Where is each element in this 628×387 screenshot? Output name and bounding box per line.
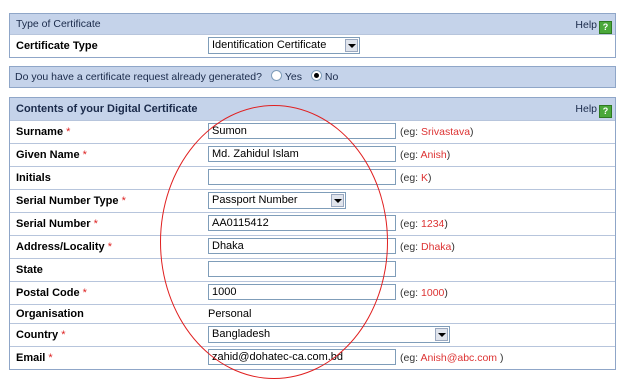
given-name-hint: (eg: Anish) <box>400 149 451 161</box>
help-icon[interactable]: ? <box>599 21 612 34</box>
postal-code-input[interactable]: 1000 <box>208 284 396 300</box>
country-row: Country * Bangladesh <box>10 323 615 346</box>
state-label: State <box>16 264 43 276</box>
organisation-value: Personal <box>208 308 252 320</box>
certificate-type-selected: Identification Certificate <box>212 39 327 51</box>
initials-hint: (eg: K) <box>400 172 432 184</box>
chevron-down-icon[interactable] <box>331 194 344 207</box>
given-name-row: Given Name * Md. Zahidul Islam (eg: Anis… <box>10 143 615 166</box>
help-link[interactable]: Help? <box>575 98 612 120</box>
certificate-type-row: Certificate Type Identification Certific… <box>10 34 615 57</box>
address-row: Address/Locality * Dhaka (eg: Dhaka) <box>10 235 615 258</box>
contents-header: Contents of your Digital Certificate Hel… <box>10 98 615 120</box>
serial-number-input[interactable]: AA0115412 <box>208 215 396 231</box>
organisation-label: Organisation <box>16 308 84 320</box>
postal-code-hint: (eg: 1000) <box>400 287 448 299</box>
initials-row: Initials (eg: K) <box>10 166 615 189</box>
postal-code-row: Postal Code * 1000 (eg: 1000) <box>10 281 615 304</box>
serial-number-row: Serial Number * AA0115412 (eg: 1234) <box>10 212 615 235</box>
certificate-contents-panel: Contents of your Digital Certificate Hel… <box>9 97 616 370</box>
initials-input[interactable] <box>208 169 396 185</box>
help-link[interactable]: Help? <box>575 15 612 35</box>
surname-hint: (eg: Srivastava) <box>400 126 474 138</box>
certificate-type-label: Certificate Type <box>16 40 98 52</box>
country-select[interactable]: Bangladesh <box>208 326 450 343</box>
given-name-input[interactable]: Md. Zahidul Islam <box>208 146 396 162</box>
email-hint: (eg: Anish@abc.com ) <box>400 352 504 364</box>
radio-no-label[interactable]: No <box>325 71 338 83</box>
radio-yes[interactable] <box>270 70 282 81</box>
certificate-type-header: Type of Certificate Help? <box>10 14 615 34</box>
serial-number-type-select[interactable]: Passport Number <box>208 192 346 209</box>
certificate-type-panel: Type of Certificate Help? Certificate Ty… <box>9 13 616 58</box>
request-question-text: Do you have a certificate request alread… <box>15 71 262 83</box>
country-selected: Bangladesh <box>212 328 271 340</box>
panel-title: Type of Certificate <box>16 18 101 30</box>
serial-number-label: Serial Number * <box>16 218 98 230</box>
state-input[interactable] <box>208 261 396 277</box>
country-label: Country * <box>16 329 66 341</box>
email-input[interactable]: zahid@dohatec-ca.com.bd <box>208 349 396 365</box>
chevron-down-icon[interactable] <box>435 328 448 341</box>
address-label: Address/Locality * <box>16 241 112 253</box>
request-question-bar: Do you have a certificate request alread… <box>9 66 616 88</box>
address-input[interactable]: Dhaka <box>208 238 396 254</box>
serial-number-type-selected: Passport Number <box>212 194 298 206</box>
organisation-row: Organisation Personal <box>10 304 615 323</box>
panel-title: Contents of your Digital Certificate <box>16 103 198 115</box>
certificate-type-select[interactable]: Identification Certificate <box>208 37 360 54</box>
serial-number-type-label: Serial Number Type * <box>16 195 126 207</box>
surname-label: Surname * <box>16 126 71 138</box>
surname-row: Surname * Sumon (eg: Srivastava) <box>10 120 615 143</box>
page-top-strip <box>0 0 628 6</box>
serial-number-type-row: Serial Number Type * Passport Number <box>10 189 615 212</box>
state-row: State <box>10 258 615 281</box>
help-icon[interactable]: ? <box>599 105 612 118</box>
initials-label: Initials <box>16 172 51 184</box>
help-label[interactable]: Help <box>575 19 597 31</box>
given-name-label: Given Name * <box>16 149 87 161</box>
chevron-down-icon[interactable] <box>345 39 358 52</box>
radio-yes-label[interactable]: Yes <box>285 71 302 83</box>
surname-input[interactable]: Sumon <box>208 123 396 139</box>
email-label: Email * <box>16 352 53 364</box>
postal-code-label: Postal Code * <box>16 287 87 299</box>
serial-number-hint: (eg: 1234) <box>400 218 448 230</box>
help-label[interactable]: Help <box>575 103 597 115</box>
address-hint: (eg: Dhaka) <box>400 241 455 253</box>
email-row: Email * zahid@dohatec-ca.com.bd (eg: Ani… <box>10 346 615 369</box>
radio-no[interactable] <box>310 70 322 81</box>
